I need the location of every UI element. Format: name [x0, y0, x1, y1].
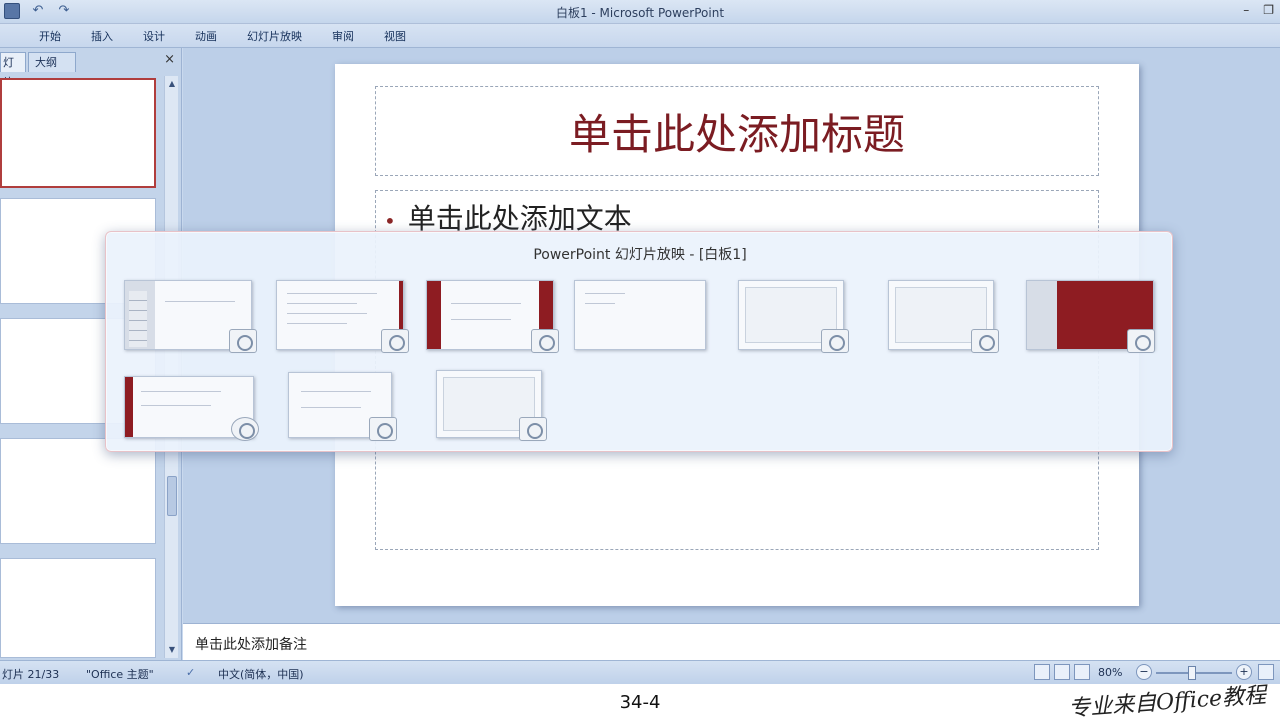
title-bar: ↶ ↷ 白板1 - Microsoft PowerPoint – ❐: [0, 0, 1280, 24]
watermark: 专业来自Office教程: [1067, 683, 1267, 720]
thumb-line: [451, 303, 521, 304]
slideshow-view-icon[interactable]: [1074, 664, 1090, 680]
window-thumbnail[interactable]: [738, 280, 849, 353]
window-controls: – ❐: [1243, 3, 1274, 17]
slide-thumbnail[interactable]: [0, 78, 156, 188]
thumb-sidebar: [1027, 281, 1057, 349]
thumb-line: [451, 319, 511, 320]
spellcheck-icon[interactable]: ✓: [186, 666, 195, 679]
zoom-slider-knob[interactable]: [1188, 666, 1196, 680]
restore-button[interactable]: ❐: [1263, 3, 1274, 17]
thumb-line: [287, 293, 377, 294]
tab-review[interactable]: 审阅: [321, 28, 365, 44]
thumb-red-left: [427, 281, 441, 349]
app-badge-icon: [519, 417, 547, 441]
minimize-button[interactable]: –: [1243, 3, 1249, 17]
thumb-line: [141, 405, 211, 406]
slide-counter: 灯片 21/33: [2, 668, 60, 681]
window-switcher: PowerPoint 幻灯片放映 - [白板1]: [105, 231, 1173, 452]
scroll-thumb[interactable]: [167, 476, 177, 516]
thumb-line: [141, 391, 221, 392]
zoom-out-button[interactable]: −: [1136, 664, 1152, 680]
tab-view[interactable]: 视图: [373, 28, 417, 44]
tab-animation[interactable]: 动画: [184, 28, 228, 44]
title-placeholder[interactable]: 单击此处添加标题: [375, 86, 1099, 176]
app-badge-icon: [381, 329, 409, 353]
window-thumbnail[interactable]: [124, 280, 257, 353]
app-badge-icon: [369, 417, 397, 441]
thumb-line: [287, 303, 357, 304]
window-thumbnail[interactable]: [426, 280, 559, 353]
scroll-down-icon[interactable]: ▼: [166, 644, 178, 656]
tab-outline[interactable]: 大纲: [28, 52, 76, 72]
app-badge-icon: [821, 329, 849, 353]
window-thumbnail[interactable]: [276, 280, 409, 353]
slide-thumbnail[interactable]: [0, 438, 156, 544]
window-thumbnail[interactable]: [124, 376, 259, 441]
bullet-icon: •: [384, 208, 396, 233]
window-thumbnail[interactable]: [288, 372, 397, 441]
thumb-line: [287, 313, 367, 314]
thumb-grid: [129, 291, 147, 347]
window-title: 白板1 - Microsoft PowerPoint: [555, 6, 725, 20]
language-indicator[interactable]: 中文(简体，中国): [218, 666, 304, 682]
tab-insert[interactable]: 插入: [80, 28, 124, 44]
normal-view-icon[interactable]: [1034, 664, 1050, 680]
app-badge-icon: [229, 329, 257, 353]
zoom-level[interactable]: 80%: [1098, 666, 1122, 679]
status-bar: 灯片 21/33 "Office 主题" ✓ 中文(简体，中国) 80% − +: [0, 660, 1280, 684]
notes-pane[interactable]: 单击此处添加备注: [183, 623, 1280, 660]
tab-slideshow[interactable]: 幻灯片放映: [236, 28, 313, 44]
thumb-red-left: [125, 377, 133, 437]
thumb-line: [301, 391, 371, 392]
video-caption-strip: 34-4 专业来自Office教程: [0, 683, 1280, 720]
window-thumbnail[interactable]: [888, 280, 999, 353]
thumb-line: [287, 323, 347, 324]
thumb-line: [165, 301, 235, 302]
scroll-up-icon[interactable]: ▲: [166, 78, 178, 90]
window-thumbnail[interactable]: [1026, 280, 1155, 353]
window-thumbnail[interactable]: [574, 280, 706, 350]
app-badge-icon: [971, 329, 999, 353]
app-badge-icon: [531, 329, 559, 353]
slide-sorter-view-icon[interactable]: [1054, 664, 1070, 680]
panel-tabs: 灯片 大纲: [0, 52, 182, 89]
slide-thumbnail[interactable]: [0, 558, 156, 658]
switcher-title: PowerPoint 幻灯片放映 - [白板1]: [533, 247, 747, 263]
ribbon-tabs: 开始 插入 设计 动画 幻灯片放映 审阅 视图: [0, 24, 1280, 48]
tab-home[interactable]: 开始: [28, 28, 72, 44]
thumb-line: [301, 407, 361, 408]
tab-slides[interactable]: 灯片: [0, 52, 26, 89]
theme-name: "Office 主题": [86, 668, 154, 681]
window-thumbnail[interactable]: [436, 370, 547, 441]
tab-design[interactable]: 设计: [132, 28, 176, 44]
view-buttons: [1034, 664, 1090, 680]
thumb-line: [585, 303, 615, 304]
thumb-line: [585, 293, 625, 294]
app-badge-icon: [1127, 329, 1155, 353]
app-badge-icon: [231, 417, 259, 441]
notes-placeholder: 单击此处添加备注: [195, 637, 307, 653]
close-icon[interactable]: ×: [164, 52, 175, 67]
